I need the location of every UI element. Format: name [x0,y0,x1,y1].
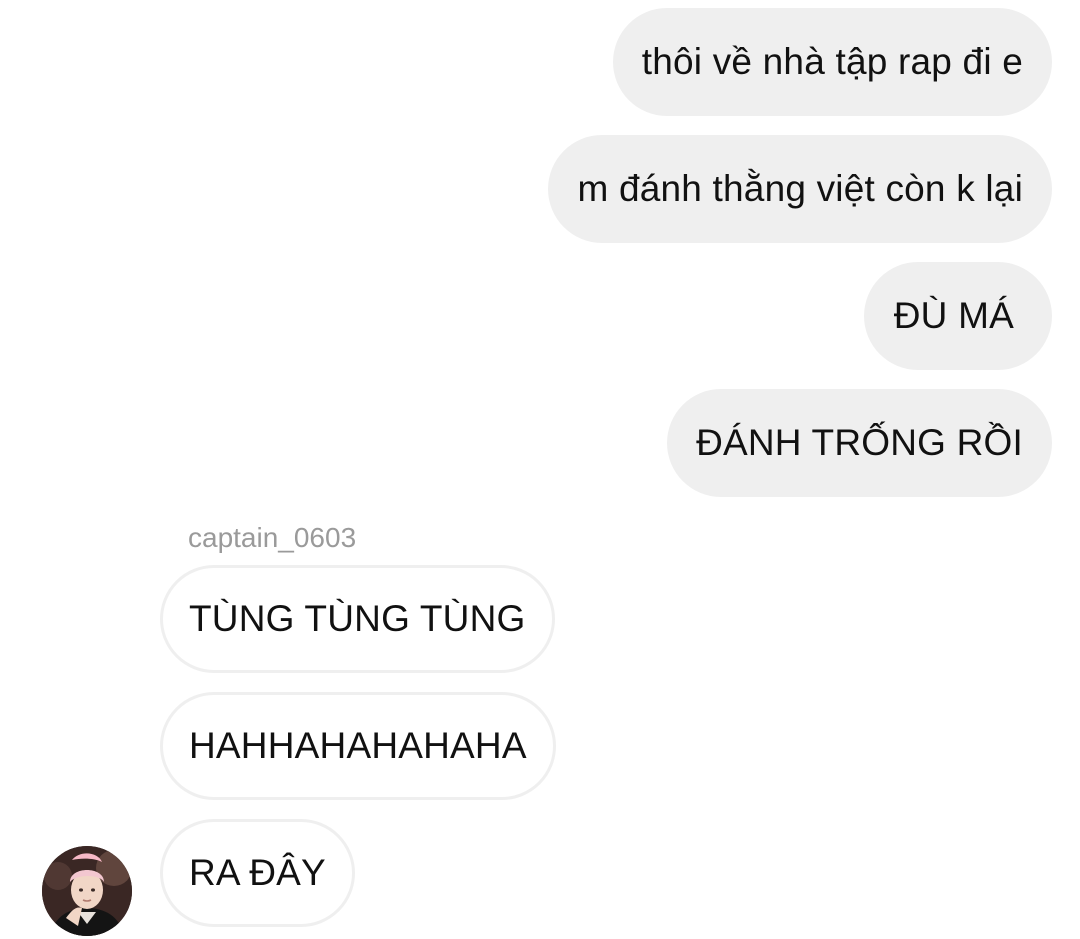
sent-message-bubble[interactable]: m đánh thằng việt còn k lại [548,135,1052,243]
sender-username[interactable]: captain_0603 [188,520,356,556]
sent-message-bubble[interactable]: thôi về nhà tập rap đi e [612,8,1052,116]
message-thread: thôi về nhà tập rap đi e m đánh thằng vi… [0,0,1080,939]
message-text: HAHHAHAHAHAHA [189,725,527,766]
avatar[interactable] [42,846,132,936]
received-message-bubble[interactable]: HAHHAHAHAHAHA [160,692,556,800]
message-text: thôi về nhà tập rap đi e [641,41,1023,82]
sent-message-bubble[interactable]: ĐÁNH TRỐNG RỒI [667,389,1052,497]
avatar-photo-icon [42,846,132,936]
message-text: ĐÙ MÁ [893,295,1014,336]
received-message-bubble[interactable]: RA ĐÂY [160,819,355,927]
message-text: RA ĐÂY [189,852,326,893]
sent-message-bubble[interactable]: ĐÙ MÁ [863,262,1052,370]
message-text: ĐÁNH TRỐNG RỒI [696,422,1023,463]
message-text: m đánh thằng việt còn k lại [577,168,1023,209]
received-message-bubble[interactable]: TÙNG TÙNG TÙNG [160,565,555,673]
message-text: TÙNG TÙNG TÙNG [189,598,526,639]
